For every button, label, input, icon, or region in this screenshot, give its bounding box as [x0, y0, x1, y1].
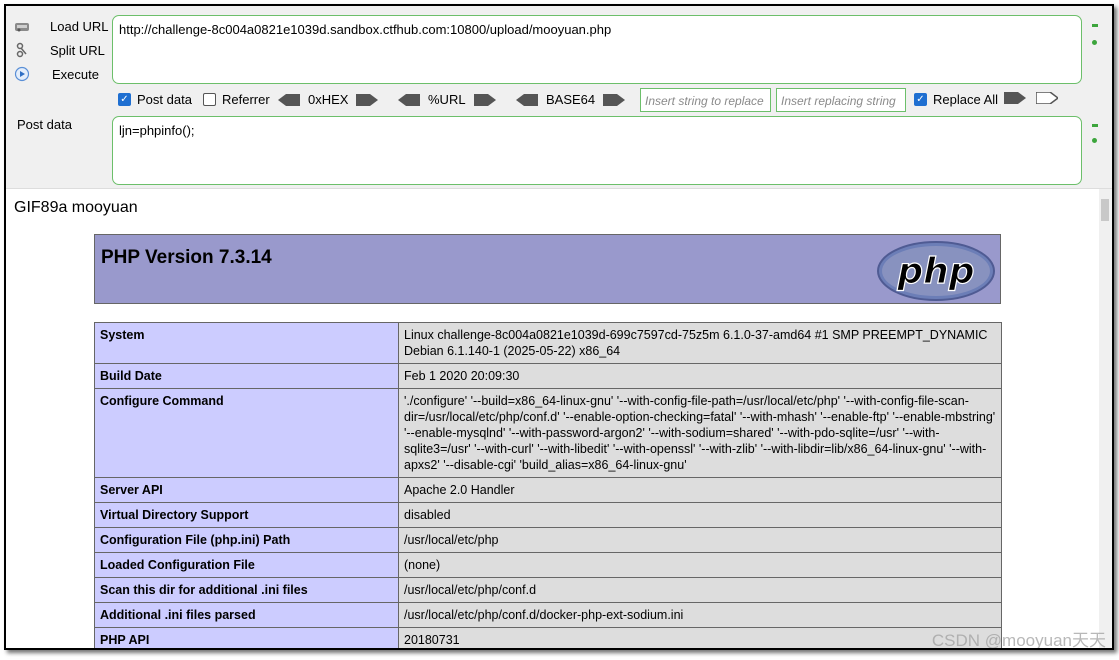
row-value: 20180731 [398, 627, 1002, 648]
base64-decode-arrow-icon[interactable] [516, 93, 538, 106]
referrer-option-label: Referrer [222, 92, 270, 107]
url-encode-arrow-icon[interactable] [473, 93, 496, 106]
referrer-check-icon [203, 93, 216, 106]
split-url-icon [14, 42, 30, 58]
table-row: Server API Apache 2.0 Handler [94, 477, 1002, 503]
replace-all-checkbox[interactable]: ✓ Replace All [914, 92, 998, 107]
row-key: System [94, 322, 399, 364]
row-value: Linux challenge-8c004a0821e1039d-699c759… [398, 322, 1002, 364]
row-key: Configuration File (php.ini) Path [94, 527, 399, 553]
url-decode-arrow-icon[interactable] [398, 93, 420, 106]
page-scrollbar[interactable] [1099, 189, 1112, 648]
table-row: Configuration File (php.ini) Path/usr/lo… [94, 527, 1002, 553]
replace-actions [1004, 92, 1058, 104]
gif-header-text: GIF89a mooyuan [14, 199, 138, 216]
table-row: System Linux challenge-8c004a0821e1039d-6… [94, 322, 1002, 364]
split-url-label: Split URL [50, 42, 105, 58]
url-status-dot [1092, 40, 1097, 45]
replace-with-input[interactable]: Insert replacing string [776, 88, 906, 112]
hex-encode-arrow-icon[interactable] [356, 93, 379, 106]
php-logo: php [877, 241, 995, 301]
table-row: PHP API 20180731 [94, 627, 1002, 648]
post-data-label: Post data [17, 117, 72, 132]
execute-icon [14, 66, 30, 82]
row-value: /usr/local/etc/php [398, 527, 1002, 553]
hex-decode-arrow-icon[interactable] [278, 93, 300, 106]
row-key: Scan this dir for additional .ini files [94, 577, 399, 603]
browser-frame: Load URL Split URL Execute http://challe… [4, 4, 1114, 650]
table-row: Build Date Feb 1 2020 20:09:30 [94, 363, 1002, 389]
replace-all-arrow-icon[interactable] [1036, 92, 1058, 104]
table-row: Scan this dir for additional .ini files /… [94, 577, 1002, 603]
row-key: Additional .ini files parsed [94, 602, 399, 628]
hackbar-toolbar: Load URL Split URL Execute http://challe… [6, 6, 1112, 188]
row-value: (none) [398, 552, 1002, 578]
execute-button[interactable]: Execute [14, 66, 99, 82]
url-encode-label: %URL [428, 92, 466, 107]
execute-label: Execute [52, 66, 99, 82]
row-key: PHP API [94, 627, 399, 648]
row-key: Configure Command [94, 388, 399, 478]
post-data-check-icon: ✓ [118, 93, 131, 106]
php-version-header: PHP Version 7.3.14 php [94, 234, 1001, 304]
table-row: Additional .ini files parsed/usr/local/e… [94, 602, 1002, 628]
hex-group: 0xHEX [278, 92, 379, 107]
load-url-icon [14, 18, 30, 34]
replace-all-label: Replace All [933, 92, 999, 107]
table-row: Configure Command './configure' '--build=… [94, 388, 1002, 478]
referrer-checkbox[interactable]: Referrer [203, 92, 270, 107]
url-input[interactable]: http://challenge-8c004a0821e1039d.sandbo… [112, 15, 1082, 84]
post-data-option-label: Post data [137, 92, 192, 107]
replace-all-check-icon: ✓ [914, 93, 927, 106]
row-value: Apache 2.0 Handler [398, 477, 1002, 503]
row-value: /usr/local/etc/php/conf.d [398, 577, 1002, 603]
row-value: Feb 1 2020 20:09:30 [398, 363, 1002, 389]
row-key: Loaded Configuration File [94, 552, 399, 578]
post-data-value: ljn=phpinfo(); [119, 123, 195, 138]
url-encode-group: %URL [398, 92, 496, 107]
replace-next-arrow-icon[interactable] [1004, 92, 1026, 104]
row-value: disabled [398, 502, 1002, 528]
load-url-button[interactable]: Load URL [14, 18, 109, 34]
post-status-dot [1092, 138, 1097, 143]
watermark: CSDN @mooyuan天天 [931, 631, 1106, 650]
replace-search-input[interactable]: Insert string to replace [640, 88, 771, 112]
base64-encode-arrow-icon[interactable] [603, 93, 626, 106]
row-key: Server API [94, 477, 399, 503]
table-row: Loaded Configuration File (none) [94, 552, 1002, 578]
row-value: /usr/local/etc/php/conf.d/docker-php-ext… [398, 602, 1002, 628]
page-content: GIF89a mooyuan PHP Version 7.3.14 php Sy… [6, 188, 1112, 650]
post-resize-handle[interactable] [1092, 124, 1098, 127]
hex-label: 0xHEX [308, 92, 349, 107]
php-version-title: PHP Version 7.3.14 [101, 247, 272, 268]
post-data-input[interactable]: ljn=phpinfo(); [112, 116, 1082, 185]
php-logo-text: php [896, 251, 974, 292]
row-key: Virtual Directory Support [94, 502, 399, 528]
base64-label: BASE64 [546, 92, 596, 107]
url-value: http://challenge-8c004a0821e1039d.sandbo… [119, 22, 612, 37]
row-key: Build Date [94, 363, 399, 389]
scrollbar-thumb[interactable] [1101, 199, 1109, 221]
url-resize-handle[interactable] [1092, 24, 1098, 27]
phpinfo-table: System Linux challenge-8c004a0821e1039d-6… [94, 322, 1002, 648]
load-url-label: Load URL [50, 18, 109, 34]
post-data-checkbox[interactable]: ✓ Post data [118, 92, 192, 107]
split-url-button[interactable]: Split URL [14, 42, 105, 58]
base64-group: BASE64 [516, 92, 626, 107]
table-row: Virtual Directory Support disabled [94, 502, 1002, 528]
row-value: './configure' '--build=x86_64-linux-gnu'… [398, 388, 1002, 478]
